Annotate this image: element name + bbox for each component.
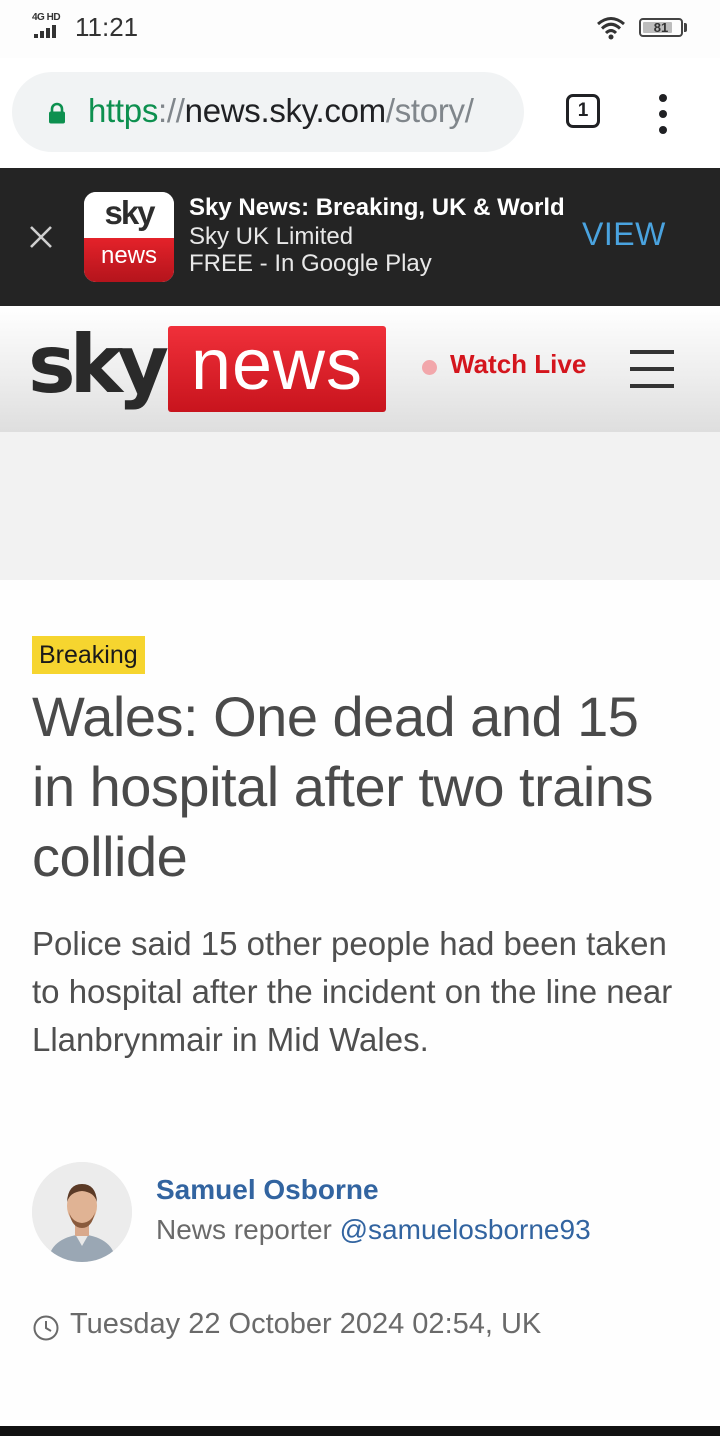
article-headline: Wales: One dead and 15 in hospital after… — [32, 685, 653, 888]
url-host: news.sky.com — [184, 92, 386, 129]
author-photo — [32, 1162, 132, 1262]
browser-toolbar: https://news.sky.com/story/ 1 — [0, 58, 720, 168]
app-icon[interactable]: sky news — [84, 192, 174, 282]
logo-news-box[interactable]: news — [168, 325, 386, 412]
url-text: https://news.sky.com/story/ — [88, 92, 474, 130]
article: Breaking Wales: One dead and 15 in hospi… — [0, 580, 720, 1426]
url-path: /story/ — [385, 92, 474, 129]
address-bar[interactable]: https://news.sky.com/story/ — [12, 72, 524, 152]
hamburger-icon[interactable] — [630, 350, 674, 388]
tabs-button[interactable]: 1 — [566, 94, 600, 128]
battery-cap — [684, 23, 687, 32]
author-handle-link[interactable]: @samuelosborne93 — [340, 1214, 591, 1245]
banner-app-title: Sky News: Breaking, UK & World — [189, 194, 565, 221]
app-icon-sky-text: sky — [104, 194, 155, 231]
watch-live-link[interactable]: Watch Live — [450, 349, 586, 380]
breaking-badge: Breaking — [32, 636, 145, 674]
author-byline: News reporter @samuelosborne93 — [156, 1214, 591, 1246]
logo-news: news — [190, 325, 364, 405]
network-type: 4G HD — [32, 12, 61, 23]
view-button[interactable]: VIEW — [582, 216, 666, 253]
banner-price: FREE - In Google Play — [189, 250, 432, 277]
battery-level: 81 — [653, 20, 669, 35]
banner-developer: Sky UK Limited — [189, 223, 354, 250]
author-role: News reporter — [156, 1214, 332, 1245]
clock: 11:21 — [75, 12, 139, 42]
published-timestamp: Tuesday 22 October 2024 02:54, UK — [70, 1308, 542, 1340]
close-icon[interactable] — [28, 224, 54, 250]
live-indicator-dot — [422, 360, 437, 375]
lock-icon — [49, 102, 65, 124]
url-separator: :// — [158, 92, 185, 129]
clock-icon — [33, 1315, 59, 1341]
author-avatar[interactable] — [32, 1162, 132, 1262]
wifi-icon — [597, 17, 625, 40]
site-header: sky news Watch Live — [0, 306, 720, 432]
app-install-banner: sky news Sky News: Breaking, UK & World … — [0, 168, 720, 306]
url-scheme: https — [88, 92, 159, 129]
app-icon-news-text: news — [100, 242, 158, 269]
logo-sky[interactable]: sky — [28, 318, 169, 411]
author-name[interactable]: Samuel Osborne — [156, 1174, 379, 1206]
menu-icon[interactable] — [656, 94, 670, 134]
nav-bar-edge — [0, 1426, 720, 1436]
status-bar: 4G HD 11:21 81 — [0, 0, 720, 58]
ad-placeholder — [0, 432, 720, 580]
article-standfirst: Police said 15 other people had been tak… — [32, 925, 673, 1058]
